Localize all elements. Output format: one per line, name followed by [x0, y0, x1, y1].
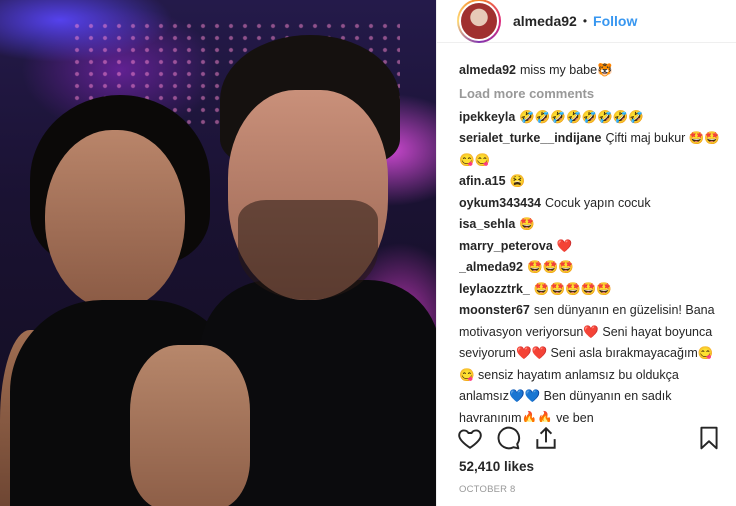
comment-text: 🤩: [519, 217, 535, 231]
list-item: leylaozztrk_ 🤩🤩🤩🤩🤩: [459, 279, 728, 301]
list-item: oykum343434 Cocuk yapın cocuk: [459, 193, 728, 215]
bookmark-icon[interactable]: [696, 425, 724, 453]
comment-text: 🤩🤩🤩🤩🤩: [533, 281, 612, 296]
follow-button[interactable]: Follow: [593, 13, 637, 29]
comment-username[interactable]: afin.a15: [459, 174, 506, 188]
comment-text: 😫: [509, 174, 526, 188]
avatar-image: [459, 1, 499, 41]
list-item: ipekkeyla 🤣🤣🤣🤣🤣🤣🤣🤣: [459, 107, 728, 129]
comment-text: 🤩🤩🤩: [526, 260, 574, 274]
load-more-comments-button[interactable]: Load more comments: [459, 82, 728, 105]
woman-face: [45, 130, 185, 310]
list-item: afin.a15 😫: [459, 171, 728, 193]
comment-text: sen dünyanın en güzelisin! Bana motivasy…: [459, 303, 715, 422]
caption-text: miss my babe🐯: [519, 63, 613, 77]
comment-text: ❤️: [556, 238, 573, 253]
comment-username[interactable]: serialet_turke__indijane: [459, 131, 601, 145]
post-photo[interactable]: [0, 0, 436, 506]
comment-username[interactable]: moonster67: [459, 303, 530, 317]
separator-dot: •: [582, 14, 588, 28]
heart-icon[interactable]: [457, 425, 485, 453]
man-beard: [238, 200, 378, 300]
post-header: almeda92 • Follow: [437, 0, 736, 43]
post-side-panel: almeda92 • Follow almeda92 miss my babe🐯 …: [436, 0, 736, 506]
post-author-username[interactable]: almeda92: [513, 13, 577, 29]
comment-username[interactable]: ipekkeyla: [459, 110, 515, 124]
comments-list: almeda92 miss my babe🐯 Load more comments…: [459, 60, 728, 422]
peace-sign-hand: [130, 345, 250, 506]
comment-username[interactable]: marry_peterova: [459, 239, 553, 253]
list-item: _almeda92 🤩🤩🤩: [459, 257, 728, 279]
caption-username[interactable]: almeda92: [459, 63, 516, 77]
likes-count[interactable]: 52,410 likes: [459, 459, 534, 474]
comment-text: 🤣🤣🤣🤣🤣🤣🤣🤣: [519, 109, 644, 124]
list-item: isa_sehla 🤩: [459, 214, 728, 236]
post-actions: [457, 425, 726, 455]
share-icon[interactable]: [533, 425, 561, 453]
caption: almeda92 miss my babe🐯: [459, 60, 728, 82]
list-item: moonster67 sen dünyanın en güzelisin! Ban…: [459, 300, 728, 422]
comment-username[interactable]: leylaozztrk_: [459, 282, 530, 296]
comment-username[interactable]: oykum343434: [459, 196, 541, 210]
comment-text: Cocuk yapın cocuk: [545, 195, 651, 210]
comment-username[interactable]: isa_sehla: [459, 217, 515, 231]
avatar[interactable]: [457, 0, 501, 43]
post-date[interactable]: OCTOBER 8: [459, 484, 516, 495]
comment-username[interactable]: _almeda92: [459, 260, 523, 274]
list-item: serialet_turke__indijane Çifti maj bukur …: [459, 128, 728, 171]
comment-icon[interactable]: [495, 425, 523, 453]
list-item: marry_peterova ❤️: [459, 236, 728, 258]
